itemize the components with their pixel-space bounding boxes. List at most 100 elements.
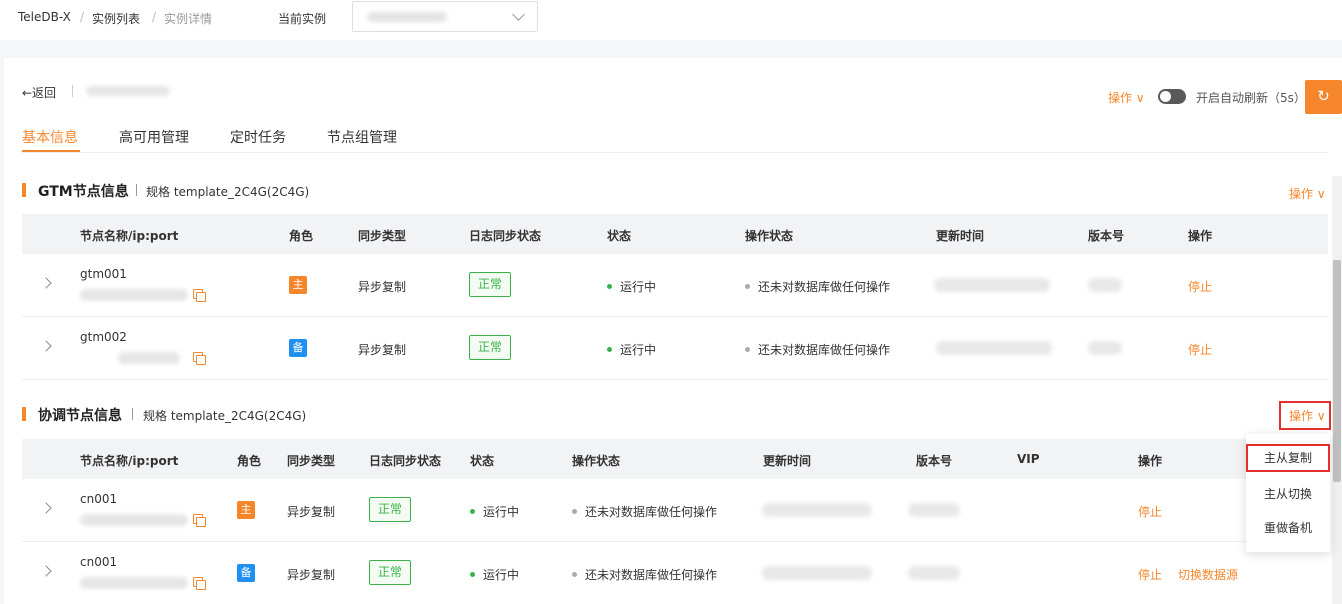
tabs-divider [22, 152, 1328, 153]
top-bar: TeleDB-X / 实例列表 / 实例详情 当前实例 [0, 0, 1342, 40]
cn-section-title: 协调节点信息 [38, 408, 122, 424]
table-row: gtm001 主 异步复制 正常 运行中 还未对数据库做任何操作 停止 [22, 254, 1328, 317]
chevron-right-icon[interactable] [40, 502, 52, 514]
menu-item-master-slave-switch[interactable]: 主从切换 [1246, 480, 1330, 508]
instance-name-redacted [367, 12, 447, 22]
column-header: 版本号 [1088, 229, 1125, 243]
column-header: 角色 [237, 454, 262, 468]
node-ip-redacted [80, 514, 188, 526]
node-name: cn001 [80, 492, 118, 506]
cn-operate-dropdown[interactable]: 操作 ∨ [1279, 401, 1331, 430]
status-dot-icon [470, 572, 475, 577]
node-name: gtm002 [80, 330, 127, 344]
column-header: 节点名称/ip:port [80, 454, 179, 468]
gtm-operate-dropdown[interactable]: 操作 ∨ [1289, 185, 1326, 202]
status-dot-icon [745, 347, 750, 352]
operation-status: 还未对数据库做任何操作 [745, 278, 890, 295]
breadcrumb-separator: / [152, 10, 157, 24]
back-link[interactable]: ←返回 [22, 84, 56, 101]
version-redacted [908, 503, 960, 517]
table-row: cn001 主 异步复制 正常 运行中 还未对数据库做任何操作 停止 [22, 479, 1328, 542]
log-sync-status-tag: 正常 [369, 560, 411, 585]
node-name: gtm001 [80, 267, 127, 281]
sync-type: 异步复制 [287, 505, 336, 519]
tab-node-group-management[interactable]: 节点组管理 [327, 127, 397, 147]
stop-link[interactable]: 停止 [1138, 566, 1162, 583]
node-ip-redacted [80, 289, 188, 301]
chevron-right-icon[interactable] [40, 565, 52, 577]
instance-title-redacted [86, 86, 170, 96]
gtm-spec: 规格 template_2C4G(2C4G) [146, 185, 310, 199]
section-marker [22, 183, 26, 197]
operation-status: 还未对数据库做任何操作 [572, 566, 717, 583]
toggle-knob [1160, 91, 1171, 102]
cn-spec: 规格 template_2C4G(2C4G) [143, 409, 307, 423]
update-time-redacted [934, 278, 1050, 292]
node-status: 运行中 [607, 278, 656, 295]
divider [136, 184, 137, 196]
column-header: 同步类型 [287, 454, 336, 468]
column-header: 日志同步状态 [469, 229, 542, 243]
menu-item-rebuild-standby[interactable]: 重做备机 [1246, 514, 1330, 542]
copy-icon[interactable] [193, 289, 206, 302]
column-header: VIP [1017, 452, 1040, 466]
gtm-section-title: GTM节点信息 [38, 184, 129, 200]
switch-datasource-link[interactable]: 切换数据源 [1178, 566, 1238, 583]
chevron-right-icon[interactable] [40, 340, 52, 352]
column-header: 更新时间 [763, 454, 812, 468]
status-dot-icon [572, 572, 577, 577]
chevron-right-icon[interactable] [40, 277, 52, 289]
node-status: 运行中 [470, 566, 519, 583]
stop-link[interactable]: 停止 [1188, 341, 1212, 358]
instance-select[interactable] [352, 1, 538, 32]
stop-link[interactable]: 停止 [1138, 503, 1162, 520]
column-header: 状态 [607, 229, 632, 243]
operation-status: 还未对数据库做任何操作 [572, 503, 717, 520]
operate-dropdown-menu: 主从复制 主从切换 重做备机 [1246, 434, 1330, 552]
version-redacted [1088, 341, 1122, 355]
scrollbar-thumb[interactable] [1333, 260, 1341, 482]
version-redacted [908, 566, 960, 580]
role-badge: 备 [289, 339, 307, 357]
update-time-redacted [762, 503, 872, 517]
table-row: cn001 备 异步复制 正常 运行中 还未对数据库做任何操作 停止 切换数据源 [22, 542, 1328, 604]
tab-scheduled-tasks[interactable]: 定时任务 [230, 127, 286, 147]
operate-dropdown[interactable]: 操作 ∨ [1108, 89, 1145, 106]
copy-icon[interactable] [193, 514, 206, 527]
breadcrumb-instance-list[interactable]: 实例列表 [92, 10, 140, 27]
role-badge: 主 [289, 276, 307, 294]
sync-type: 异步复制 [358, 280, 407, 294]
log-sync-status-tag: 正常 [469, 335, 511, 360]
column-header: 操作 [1138, 454, 1163, 468]
status-dot-icon [745, 284, 750, 289]
update-time-redacted [936, 341, 1052, 355]
log-sync-status-tag: 正常 [369, 497, 411, 522]
node-ip-redacted [118, 352, 180, 364]
breadcrumb-instance-detail: 实例详情 [164, 12, 213, 26]
current-instance-label: 当前实例 [278, 12, 327, 26]
breadcrumb-root[interactable]: TeleDB-X [18, 10, 71, 24]
version-redacted [1088, 278, 1122, 292]
refresh-icon: ↻ [1317, 87, 1330, 105]
refresh-button[interactable]: ↻ [1305, 80, 1342, 114]
menu-item-master-slave-replication[interactable]: 主从复制 [1246, 444, 1330, 472]
copy-icon[interactable] [193, 577, 206, 590]
status-dot-icon [470, 509, 475, 514]
update-time-redacted [762, 566, 872, 580]
column-header: 日志同步状态 [369, 454, 442, 468]
sync-type: 异步复制 [358, 343, 407, 357]
stop-link[interactable]: 停止 [1188, 278, 1212, 295]
cn-table-header: 节点名称/ip:port 角色 同步类型 日志同步状态 状态 操作状态 更新时间… [22, 439, 1328, 479]
column-header: 更新时间 [936, 229, 985, 243]
table-row: gtm002 备 异步复制 正常 运行中 还未对数据库做任何操作 停止 [22, 317, 1328, 380]
log-sync-status-tag: 正常 [469, 272, 511, 297]
copy-icon[interactable] [193, 352, 206, 365]
column-header: 节点名称/ip:port [80, 229, 179, 243]
column-header: 操作 [1188, 229, 1213, 243]
section-marker [22, 407, 26, 421]
sync-type: 异步复制 [287, 568, 336, 582]
tab-basic-info[interactable]: 基本信息 [22, 127, 78, 147]
gtm-table-header: 节点名称/ip:port 角色 同步类型 日志同步状态 状态 操作状态 更新时间… [22, 214, 1328, 254]
tab-ha-management[interactable]: 高可用管理 [119, 127, 189, 147]
auto-refresh-toggle[interactable] [1158, 89, 1186, 104]
